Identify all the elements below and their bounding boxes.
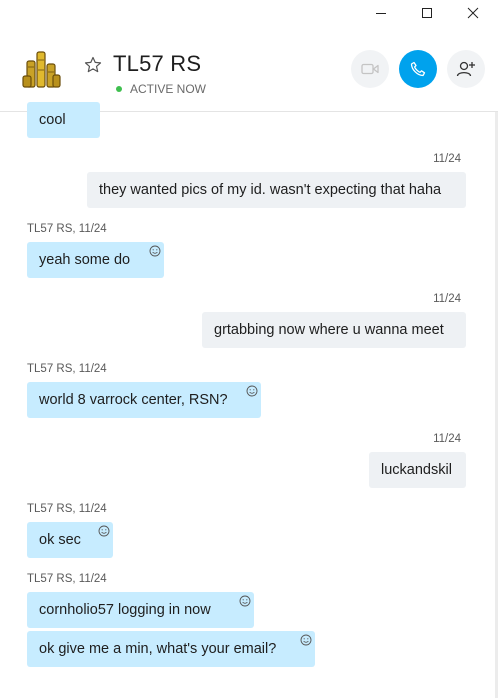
presence-status: ACTIVE NOW bbox=[116, 82, 206, 96]
message-text: world 8 varrock center, RSN? bbox=[39, 392, 228, 408]
message-bubble-outgoing[interactable]: they wanted pics of my id. wasn't expect… bbox=[87, 172, 466, 208]
message-sender-time: TL57 RS, 11/24 bbox=[27, 573, 107, 585]
close-button[interactable] bbox=[450, 0, 496, 26]
message-timestamp: 11/24 bbox=[433, 293, 461, 305]
conversation-header: TL57 RS ACTIVE NOW bbox=[0, 26, 498, 112]
message-sender-time: TL57 RS, 11/24 bbox=[27, 223, 107, 235]
add-reaction-icon[interactable] bbox=[149, 245, 161, 257]
message-text: grtabbing now where u wanna meet bbox=[214, 322, 444, 338]
maximize-button[interactable] bbox=[404, 0, 450, 26]
gold-coins-icon bbox=[22, 51, 61, 88]
contact-avatar[interactable] bbox=[20, 48, 62, 90]
message-timestamp: 11/24 bbox=[433, 433, 461, 445]
video-call-button[interactable] bbox=[351, 50, 389, 88]
add-reaction-icon[interactable] bbox=[98, 525, 110, 537]
video-camera-icon bbox=[361, 63, 379, 75]
message-text: cornholio57 logging in now bbox=[39, 602, 211, 618]
add-person-icon bbox=[456, 61, 475, 77]
message-bubble-outgoing[interactable]: grtabbing now where u wanna meet bbox=[202, 312, 466, 348]
message-sender-time: TL57 RS, 11/24 bbox=[27, 363, 107, 375]
add-reaction-icon[interactable] bbox=[239, 595, 251, 607]
message-bubble-incoming[interactable]: yeah some do bbox=[27, 242, 164, 278]
message-bubble-incoming[interactable]: ok give me a min, what's your email? bbox=[27, 631, 315, 667]
message-text: ok sec bbox=[39, 532, 81, 548]
message-bubble-outgoing[interactable]: luckandskil bbox=[369, 452, 466, 488]
title-bar bbox=[0, 0, 498, 26]
message-sender-time: TL57 RS, 11/24 bbox=[27, 503, 107, 515]
message-bubble-incoming[interactable]: world 8 varrock center, RSN? bbox=[27, 382, 261, 418]
status-text: ACTIVE NOW bbox=[130, 82, 207, 96]
minimize-button[interactable] bbox=[358, 0, 404, 26]
add-reaction-icon[interactable] bbox=[246, 385, 258, 397]
contact-name[interactable]: TL57 RS bbox=[113, 51, 201, 77]
message-timestamp: 11/24 bbox=[433, 153, 461, 165]
phone-icon bbox=[410, 61, 426, 77]
star-icon bbox=[84, 56, 102, 73]
message-bubble-incoming[interactable]: ok sec bbox=[27, 522, 113, 558]
message-bubble-incoming[interactable]: cool bbox=[27, 102, 100, 138]
add-reaction-icon[interactable] bbox=[300, 634, 312, 646]
message-text: ok give me a min, what's your email? bbox=[39, 641, 277, 657]
message-text: they wanted pics of my id. wasn't expect… bbox=[99, 182, 442, 198]
audio-call-button[interactable] bbox=[399, 50, 437, 88]
online-dot-icon bbox=[116, 86, 122, 92]
add-people-button[interactable] bbox=[447, 50, 485, 88]
close-icon bbox=[467, 7, 479, 19]
maximize-icon bbox=[422, 8, 432, 18]
favorite-star-button[interactable] bbox=[84, 56, 102, 74]
message-text: yeah some do bbox=[39, 252, 131, 268]
message-text: cool bbox=[39, 112, 66, 128]
message-bubble-incoming[interactable]: cornholio57 logging in now bbox=[27, 592, 254, 628]
message-text: luckandskil bbox=[381, 462, 452, 478]
minimize-icon bbox=[376, 13, 386, 14]
